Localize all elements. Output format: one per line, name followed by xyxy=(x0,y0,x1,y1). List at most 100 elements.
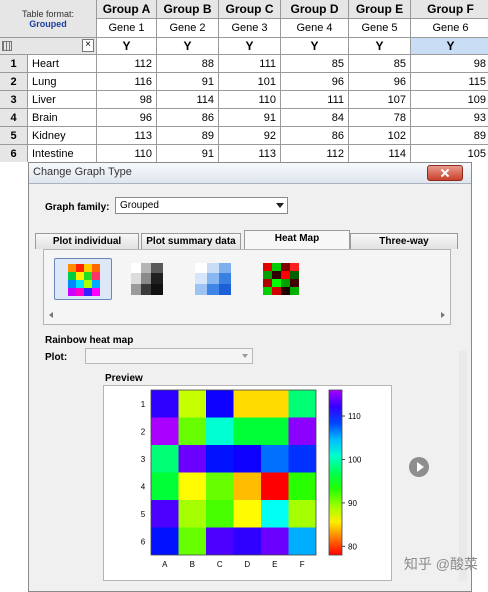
column-subtitle-gene[interactable]: Gene 6 xyxy=(411,19,488,38)
column-y-header[interactable]: Y xyxy=(157,38,219,55)
row-title-cell[interactable]: Liver xyxy=(28,91,97,109)
dialog-titlebar[interactable]: Change Graph Type xyxy=(29,163,471,184)
data-cell[interactable]: 93 xyxy=(411,109,488,127)
data-cell[interactable]: 85 xyxy=(281,55,349,73)
blue-heatmap-thumb[interactable] xyxy=(182,258,240,300)
plot-label: Plot: xyxy=(45,352,68,363)
data-cell[interactable]: 78 xyxy=(349,109,411,127)
column-subtitle-gene[interactable]: Gene 5 xyxy=(349,19,411,38)
data-cell[interactable]: 114 xyxy=(157,91,219,109)
data-cell[interactable]: 91 xyxy=(157,145,219,162)
data-cell[interactable]: 88 xyxy=(157,55,219,73)
data-cell[interactable]: 110 xyxy=(219,91,281,109)
column-header-group[interactable]: Group C xyxy=(219,0,281,19)
row-title-cell[interactable]: Kidney xyxy=(28,127,97,145)
column-y-header[interactable]: Y xyxy=(219,38,281,55)
heatmap-cell xyxy=(261,472,289,500)
column-subtitle-gene[interactable]: Gene 4 xyxy=(281,19,349,38)
heatmap-cell xyxy=(178,472,206,500)
dialog-title: Change Graph Type xyxy=(33,166,132,178)
tab-plot-individual-values[interactable]: Plot individual values xyxy=(35,233,139,263)
data-cell[interactable]: 96 xyxy=(349,73,411,91)
scroll-left-icon[interactable] xyxy=(49,312,53,318)
column-header-group[interactable]: Group F xyxy=(411,0,488,19)
data-cell[interactable]: 110 xyxy=(97,145,157,162)
data-cell[interactable]: 113 xyxy=(97,127,157,145)
column-header-group[interactable]: Group D xyxy=(281,0,349,19)
row-number[interactable]: 3 xyxy=(0,91,28,109)
heatmap-cell xyxy=(261,390,289,418)
rainbow-heatmap-thumb[interactable] xyxy=(54,258,112,300)
data-cell[interactable]: 84 xyxy=(281,109,349,127)
data-cell[interactable]: 86 xyxy=(157,109,219,127)
column-header-group[interactable]: Group E xyxy=(349,0,411,19)
column-subtitle-gene[interactable]: Gene 1 xyxy=(97,19,157,38)
heatmap-cell xyxy=(206,527,234,555)
heatmap-cell xyxy=(261,417,289,445)
scroll-right-icon[interactable] xyxy=(441,312,445,318)
heatmap-cell xyxy=(261,527,289,555)
column-y-header[interactable]: Y xyxy=(97,38,157,55)
play-preview-button[interactable] xyxy=(409,457,429,477)
column-tick-label: B xyxy=(190,560,195,569)
data-cell[interactable]: 116 xyxy=(97,73,157,91)
thumbnail-scrollbar[interactable] xyxy=(46,309,448,321)
corner-grid-icon xyxy=(2,41,12,51)
column-subtitle-gene[interactable]: Gene 2 xyxy=(157,19,219,38)
heatmap-cell xyxy=(151,390,179,418)
data-cell[interactable]: 96 xyxy=(281,73,349,91)
data-cell[interactable]: 113 xyxy=(219,145,281,162)
row-number[interactable]: 6 xyxy=(0,145,28,162)
data-cell[interactable]: 92 xyxy=(219,127,281,145)
data-cell[interactable]: 89 xyxy=(411,127,488,145)
row-title-cell[interactable]: Brain xyxy=(28,109,97,127)
dialog-scrollbar[interactable] xyxy=(459,351,467,581)
data-cell[interactable]: 112 xyxy=(97,55,157,73)
heatmap-cell xyxy=(206,445,234,473)
table-format-cell[interactable]: Table format: Grouped xyxy=(0,0,97,38)
data-cell[interactable]: 91 xyxy=(219,109,281,127)
close-button[interactable] xyxy=(427,165,463,181)
colorbar xyxy=(328,389,343,556)
grayscale-heatmap-thumb[interactable] xyxy=(118,258,176,300)
data-cell[interactable]: 98 xyxy=(411,55,488,73)
red-green-heatmap-thumb[interactable] xyxy=(250,258,308,300)
data-cell[interactable]: 89 xyxy=(157,127,219,145)
column-header-group[interactable]: Group B xyxy=(157,0,219,19)
data-cell[interactable]: 91 xyxy=(157,73,219,91)
data-cell[interactable]: 86 xyxy=(281,127,349,145)
row-number[interactable]: 5 xyxy=(0,127,28,145)
data-cell[interactable]: 96 xyxy=(97,109,157,127)
heatmap-preview: 1 2 3 4 5 6 A B C D E F 110 100 90 80 xyxy=(103,385,392,581)
row-title-cell[interactable]: Intestine xyxy=(28,145,97,162)
tab-plot-summary-data[interactable]: Plot summary data xyxy=(141,233,241,249)
tab-three-way[interactable]: Three-way xyxy=(350,233,458,249)
column-header-group[interactable]: Group A xyxy=(97,0,157,19)
data-cell[interactable]: 112 xyxy=(281,145,349,162)
row-number[interactable]: 4 xyxy=(0,109,28,127)
column-y-header[interactable]: Y xyxy=(349,38,411,55)
data-cell[interactable]: 102 xyxy=(349,127,411,145)
column-subtitle-gene[interactable]: Gene 3 xyxy=(219,19,281,38)
data-cell[interactable]: 105 xyxy=(411,145,488,162)
column-y-header[interactable]: Y xyxy=(281,38,349,55)
row-title-cell[interactable]: Lung xyxy=(28,73,97,91)
data-cell[interactable]: 107 xyxy=(349,91,411,109)
data-cell[interactable]: 101 xyxy=(219,73,281,91)
data-cell[interactable]: 111 xyxy=(219,55,281,73)
row-number[interactable]: 2 xyxy=(0,73,28,91)
data-cell[interactable]: 111 xyxy=(281,91,349,109)
data-cell[interactable]: 115 xyxy=(411,73,488,91)
data-cell[interactable]: 98 xyxy=(97,91,157,109)
tab-heat-map[interactable]: Heat Map xyxy=(244,230,350,250)
change-graph-type-dialog: Change Graph Type Graph family: Grouped … xyxy=(28,162,472,592)
data-cell[interactable]: 109 xyxy=(411,91,488,109)
row-title-cell[interactable]: Heart xyxy=(28,55,97,73)
row-number[interactable]: 1 xyxy=(0,55,28,73)
data-cell[interactable]: 85 xyxy=(349,55,411,73)
plot-select[interactable] xyxy=(85,348,253,364)
clear-x-icon[interactable]: × xyxy=(82,39,94,52)
data-cell[interactable]: 114 xyxy=(349,145,411,162)
graph-family-select[interactable]: Grouped xyxy=(115,197,288,214)
column-y-header[interactable]: Y xyxy=(411,38,488,55)
